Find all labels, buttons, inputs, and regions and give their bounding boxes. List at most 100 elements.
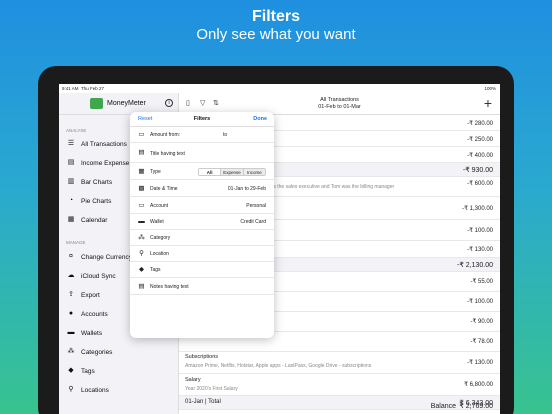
group-label: 01-Jan | Total bbox=[185, 399, 221, 405]
type-option-income[interactable]: Income bbox=[243, 169, 265, 175]
notes-icon: ▤ bbox=[138, 283, 145, 290]
accounts-icon: ● bbox=[68, 310, 74, 317]
title-text-input[interactable]: Title having text bbox=[150, 151, 185, 157]
export-icon: ⇪ bbox=[68, 291, 74, 298]
type-option-all[interactable]: All bbox=[199, 169, 222, 175]
hero-subtitle: Only see what you want bbox=[196, 26, 356, 43]
transaction-amount: -₹ 250.00 bbox=[467, 137, 493, 143]
type-segmented-control[interactable]: All Expense Income bbox=[198, 168, 266, 176]
sidebar-item-label: Accounts bbox=[81, 310, 108, 318]
bar-chart-icon: ▥ bbox=[67, 178, 75, 185]
sidebar-item-label: iCloud Sync bbox=[81, 272, 116, 280]
type-filter-row: ▦ Type All Expense Income bbox=[130, 164, 274, 180]
sidebar-item-tags[interactable]: ◆ Tags bbox=[66, 363, 176, 379]
transaction-amount: -₹ 78.00 bbox=[470, 339, 494, 345]
sidebar-item-label: Pie Charts bbox=[81, 197, 112, 205]
income-expense-icon: ▤ bbox=[67, 159, 75, 166]
wallet-icon: ▬ bbox=[67, 329, 75, 336]
amount-icon: ▭ bbox=[138, 131, 145, 138]
calendar-icon: ▦ bbox=[67, 216, 75, 223]
table-row[interactable]: Salary Year 2020's First Salary ₹ 6,800.… bbox=[179, 374, 500, 396]
sidebar-item-label: Tags bbox=[81, 367, 95, 375]
sidebar-item-label: Change Currency bbox=[81, 253, 132, 261]
wallet-filter-row[interactable]: ▬ Wallet Credit Card bbox=[130, 214, 274, 230]
group-total: -₹ 2,130.00 bbox=[457, 262, 493, 269]
location-filter-row[interactable]: ⚲ Location bbox=[130, 246, 274, 262]
pie-chart-icon: ◔ bbox=[68, 197, 74, 204]
amount-filter-row[interactable]: ▭ Amount from: to bbox=[130, 127, 274, 143]
type-option-expense[interactable]: Expense bbox=[221, 169, 244, 175]
wallet-icon: ▬ bbox=[138, 218, 145, 225]
filters-popover: Reset Filters Done ▭ Amount from: to ▤ T… bbox=[130, 112, 274, 338]
group-total: -₹ 930.00 bbox=[462, 167, 493, 174]
info-icon[interactable]: i bbox=[165, 99, 173, 107]
transaction-amount: -₹ 280.00 bbox=[467, 121, 493, 127]
transaction-amount: ₹ 6,800.00 bbox=[464, 382, 493, 388]
account-filter-row[interactable]: ▭ Account Personal bbox=[130, 198, 274, 214]
sidebar-item-label: Wallets bbox=[81, 329, 103, 337]
page-title: All Transactions bbox=[320, 97, 359, 103]
category-label: Category bbox=[150, 235, 171, 241]
balance-label: Balance bbox=[430, 403, 456, 410]
category-filter-row[interactable]: ⁂ Category bbox=[130, 230, 274, 246]
sidebar-item-label: Income Expense bbox=[81, 159, 130, 167]
title-text-filter-row[interactable]: ▤ Title having text bbox=[130, 145, 274, 163]
wallet-label: Wallet bbox=[150, 219, 164, 225]
account-icon: ▭ bbox=[138, 202, 145, 209]
transaction-amount: -₹ 100.00 bbox=[467, 299, 493, 305]
tags-label: Tags bbox=[150, 267, 161, 273]
wallet-value: Credit Card bbox=[240, 219, 266, 225]
notes-text-input[interactable]: Notes having text bbox=[150, 284, 189, 290]
datetime-filter-row[interactable]: ▩ Date & Time 01-Jan to 29-Feb bbox=[130, 181, 274, 197]
text-icon: ▤ bbox=[138, 149, 145, 156]
notes-filter-row[interactable]: ▤ Notes having text bbox=[130, 279, 274, 295]
categories-icon: ⁂ bbox=[67, 348, 75, 355]
hero-title: Filters bbox=[251, 8, 300, 25]
datetime-label: Date & Time bbox=[150, 186, 178, 192]
cloud-icon: ☁ bbox=[67, 272, 75, 279]
sidebar-item-categories[interactable]: ⁂ Categories bbox=[66, 344, 176, 360]
tag-icon: ◆ bbox=[139, 266, 144, 273]
transaction-amount: -₹ 100.00 bbox=[467, 228, 493, 234]
list-icon: ☰ bbox=[67, 140, 75, 147]
add-transaction-button[interactable]: + bbox=[484, 95, 492, 111]
categories-icon: ⁂ bbox=[138, 234, 145, 241]
amount-from-label: Amount from: bbox=[150, 132, 181, 138]
type-icon: ▦ bbox=[138, 168, 145, 175]
section-analyse: ANALYSE bbox=[66, 128, 87, 133]
done-button[interactable]: Done bbox=[253, 116, 267, 122]
location-icon: ⚲ bbox=[139, 250, 144, 257]
transaction-amount: -₹ 400.00 bbox=[467, 153, 493, 159]
popover-header: Reset Filters Done bbox=[130, 112, 274, 127]
currency-icon: ¤ bbox=[69, 253, 73, 260]
balance-value: ₹ 2,769.00 bbox=[459, 403, 493, 410]
sidebar-item-label: Locations bbox=[81, 386, 109, 394]
tags-filter-row[interactable]: ◆ Tags bbox=[130, 262, 274, 278]
calendar-icon: ▩ bbox=[138, 185, 145, 192]
sidebar-item-label: Bar Charts bbox=[81, 178, 113, 186]
app-name: MoneyMeter bbox=[107, 100, 146, 107]
transaction-amount: -₹ 130.00 bbox=[467, 247, 493, 253]
transaction-desc: Amazon Prime, Netflix, Hotstar, Apple ap… bbox=[185, 363, 372, 369]
app-screen: 9:41 AM Thu Feb 27 100% MoneyMeter i ANA… bbox=[59, 84, 500, 414]
section-manage: MANAGE bbox=[66, 240, 86, 245]
table-row[interactable]: Subscriptions Amazon Prime, Netflix, Hot… bbox=[179, 352, 500, 374]
status-time: 9:41 AM bbox=[62, 86, 79, 91]
sidebar-item-label: Export bbox=[81, 291, 100, 299]
app-logo-icon bbox=[90, 98, 103, 109]
transaction-amount: -₹ 1,300.00 bbox=[462, 206, 493, 212]
transaction-amount: -₹ 130.00 bbox=[467, 360, 493, 366]
account-value: Personal bbox=[246, 203, 266, 209]
sidebar-item-label: Categories bbox=[81, 348, 113, 356]
date-range: 01-Feb to 01-Mar bbox=[318, 104, 361, 110]
status-date: Thu Feb 27 bbox=[80, 86, 104, 91]
sidebar-item-locations[interactable]: ⚲ Locations bbox=[66, 382, 176, 398]
transaction-amount: -₹ 600.00 bbox=[467, 181, 493, 187]
transaction-title: Subscriptions bbox=[185, 354, 219, 360]
location-icon: ⚲ bbox=[68, 386, 74, 393]
transaction-desc: Year 2020's First Salary bbox=[185, 386, 238, 392]
amount-to-label: to bbox=[223, 132, 228, 138]
transaction-amount: -₹ 90.00 bbox=[470, 319, 494, 325]
sidebar-item-label: Calendar bbox=[81, 216, 108, 224]
transaction-amount: -₹ 55.00 bbox=[470, 279, 494, 285]
